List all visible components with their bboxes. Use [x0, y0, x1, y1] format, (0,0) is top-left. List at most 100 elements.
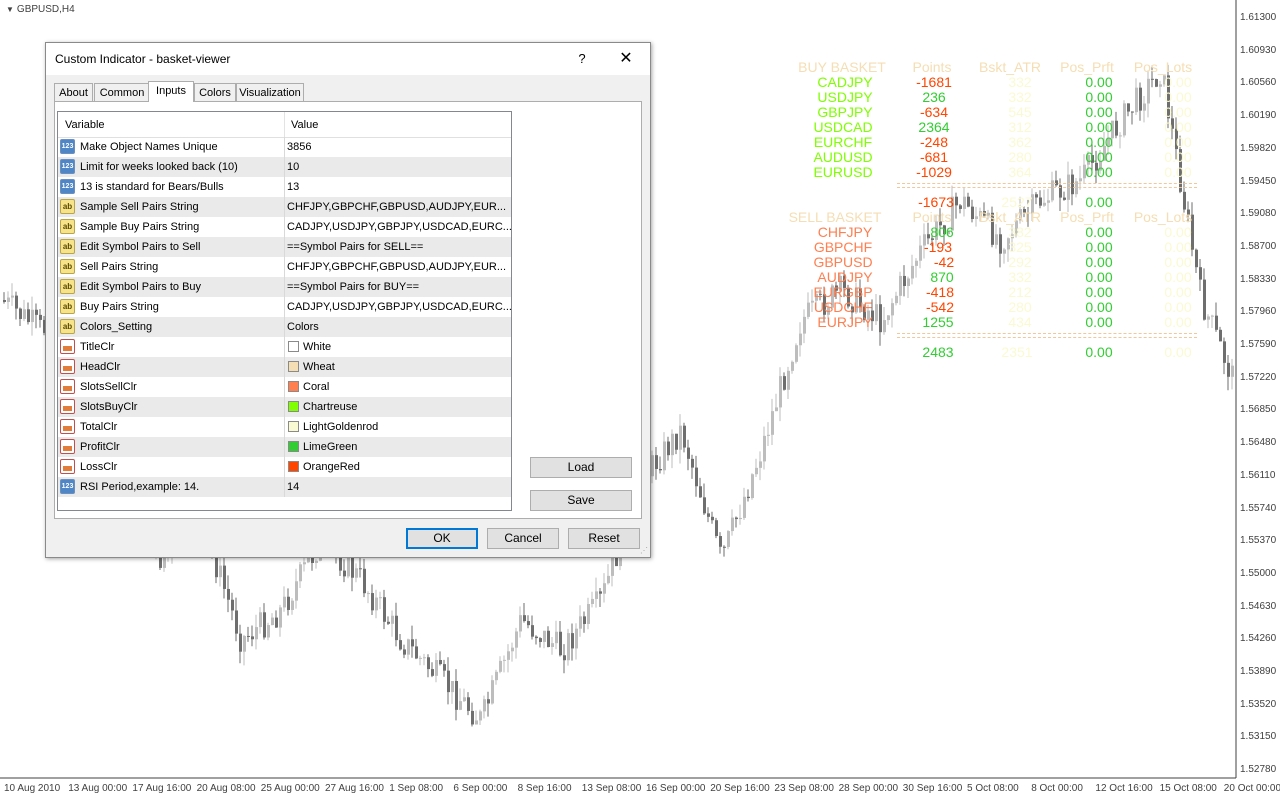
date-axis-label: 17 Aug 16:00: [132, 783, 192, 794]
sell-points: -542: [925, 299, 955, 315]
help-icon[interactable]: ?: [572, 47, 592, 71]
custom-indicator-dialog: Custom Indicator - basket-viewer ? ✕ Abo…: [45, 42, 651, 558]
buy-atr: 312: [1008, 119, 1032, 135]
sell-total-separator: [897, 337, 1197, 338]
sell-lots: 0.00: [1164, 314, 1192, 330]
input-value[interactable]: Coral: [303, 381, 329, 393]
date-axis-label: 10 Aug 2010: [4, 783, 61, 794]
candle-body: [611, 556, 614, 576]
sell-pair: GBPCHF: [813, 239, 873, 255]
candle-body: [379, 597, 382, 599]
cancel-button[interactable]: Cancel: [487, 528, 559, 549]
input-value[interactable]: CHFJPY,GBPCHF,GBPUSD,AUDJPY,EUR...: [287, 201, 506, 213]
dropdown-triangle-icon[interactable]: ▼: [6, 5, 14, 14]
integer-type-icon: 123: [60, 139, 75, 154]
input-row[interactable]: ab Colors_Setting Colors: [58, 317, 511, 337]
date-axis-label: 13 Aug 00:00: [68, 783, 128, 794]
buy-prft: 0.00: [1085, 149, 1113, 165]
candle-body: [539, 638, 542, 642]
input-row[interactable]: 123 13 is standard for Bears/Bulls 13: [58, 177, 511, 197]
input-value[interactable]: 10: [287, 161, 299, 173]
input-row[interactable]: ab Edit Symbol Pairs to Buy ==Symbol Pai…: [58, 277, 511, 297]
column-divider[interactable]: [284, 112, 285, 137]
sell-points: 870: [930, 269, 954, 285]
candle-body: [655, 455, 658, 470]
color-swatch[interactable]: [288, 441, 299, 452]
input-value[interactable]: 3856: [287, 141, 311, 153]
input-value[interactable]: 13: [287, 181, 299, 193]
inputs-grid[interactable]: Variable Value 123 Make Object Names Uni…: [57, 111, 512, 511]
buy-points: -1029: [916, 164, 952, 180]
tab-visualization[interactable]: Visualization: [236, 83, 304, 101]
sell-total-separator: [897, 333, 1197, 334]
color-swatch[interactable]: [288, 341, 299, 352]
input-row[interactable]: SlotsSellClr Coral: [58, 377, 511, 397]
color-swatch[interactable]: [288, 381, 299, 392]
save-button[interactable]: Save: [530, 490, 632, 511]
candle-body: [1199, 267, 1202, 280]
color-swatch[interactable]: [288, 401, 299, 412]
input-row[interactable]: TitleClr White: [58, 337, 511, 357]
ok-button[interactable]: OK: [406, 528, 478, 549]
resize-grip-icon[interactable]: ⋰: [640, 547, 648, 555]
input-row[interactable]: ab Sample Buy Pairs String CADJPY,USDJPY…: [58, 217, 511, 237]
input-row[interactable]: ab Sample Sell Pairs String CHFJPY,GBPCH…: [58, 197, 511, 217]
input-value[interactable]: ==Symbol Pairs for BUY==: [287, 281, 419, 293]
input-row[interactable]: ab Buy Pairs String CADJPY,USDJPY,GBPJPY…: [58, 297, 511, 317]
value-column-header[interactable]: Value: [291, 119, 318, 131]
variable-column-header[interactable]: Variable: [65, 119, 105, 131]
tab-common[interactable]: Common: [94, 83, 150, 101]
candle-body: [763, 435, 766, 462]
load-button[interactable]: Load: [530, 457, 632, 478]
candle-body: [1227, 362, 1230, 377]
tab-colors[interactable]: Colors: [194, 83, 236, 101]
candle-body: [483, 699, 486, 712]
input-row[interactable]: ab Edit Symbol Pairs to Sell ==Symbol Pa…: [58, 237, 511, 257]
input-row[interactable]: 123 Limit for weeks looked back (10) 10: [58, 157, 511, 177]
sell-atr: 212: [1008, 284, 1032, 300]
buy-lots: 0.00: [1164, 104, 1192, 120]
input-value[interactable]: Colors: [287, 321, 319, 333]
input-row[interactable]: 123 Make Object Names Unique 3856: [58, 137, 511, 157]
candle-body: [219, 565, 222, 578]
candle-body: [499, 660, 502, 672]
color-swatch[interactable]: [288, 461, 299, 472]
input-value[interactable]: CADJPY,USDJPY,GBPJPY,USDCAD,EURC...: [287, 221, 511, 233]
close-icon[interactable]: ✕: [614, 47, 638, 71]
color-swatch[interactable]: [288, 361, 299, 372]
input-row[interactable]: ProfitClr LimeGreen: [58, 437, 511, 457]
input-row[interactable]: LossClr OrangeRed: [58, 457, 511, 477]
candle-body: [519, 615, 522, 632]
candle-body: [567, 633, 570, 661]
input-row[interactable]: ab Sell Pairs String CHFJPY,GBPCHF,GBPUS…: [58, 257, 511, 277]
input-row[interactable]: SlotsBuyClr Chartreuse: [58, 397, 511, 417]
tab-about[interactable]: About: [54, 83, 93, 101]
input-value[interactable]: LightGoldenrod: [303, 421, 378, 433]
candle-body: [779, 376, 782, 408]
color-swatch[interactable]: [288, 421, 299, 432]
sell-lots-header: Pos_Lots: [1133, 209, 1193, 225]
reset-button[interactable]: Reset: [568, 528, 640, 549]
input-value[interactable]: LimeGreen: [303, 441, 357, 453]
input-value[interactable]: OrangeRed: [303, 461, 360, 473]
candle-body: [551, 643, 554, 647]
input-name: 13 is standard for Bears/Bulls: [80, 181, 224, 193]
dialog-titlebar[interactable]: Custom Indicator - basket-viewer ? ✕: [46, 43, 650, 75]
tab-inputs[interactable]: Inputs: [148, 81, 194, 102]
input-row[interactable]: 123 RSI Period,example: 14. 14: [58, 477, 511, 497]
buy-points: -1681: [916, 74, 952, 90]
input-row[interactable]: TotalClr LightGoldenrod: [58, 417, 511, 437]
input-value[interactable]: Chartreuse: [303, 401, 357, 413]
input-value[interactable]: White: [303, 341, 331, 353]
input-value[interactable]: ==Symbol Pairs for SELL==: [287, 241, 423, 253]
input-value[interactable]: 14: [287, 481, 299, 493]
buy-pair: CADJPY: [817, 74, 873, 90]
input-value[interactable]: CADJPY,USDJPY,GBPJPY,USDCAD,EURC...: [287, 301, 511, 313]
input-name: Buy Pairs String: [80, 301, 159, 313]
input-name: LossClr: [80, 461, 118, 473]
candle-body: [767, 434, 770, 436]
input-row[interactable]: HeadClr Wheat: [58, 357, 511, 377]
input-name: TotalClr: [80, 421, 118, 433]
input-value[interactable]: Wheat: [303, 361, 335, 373]
input-value[interactable]: CHFJPY,GBPCHF,GBPUSD,AUDJPY,EUR...: [287, 261, 506, 273]
